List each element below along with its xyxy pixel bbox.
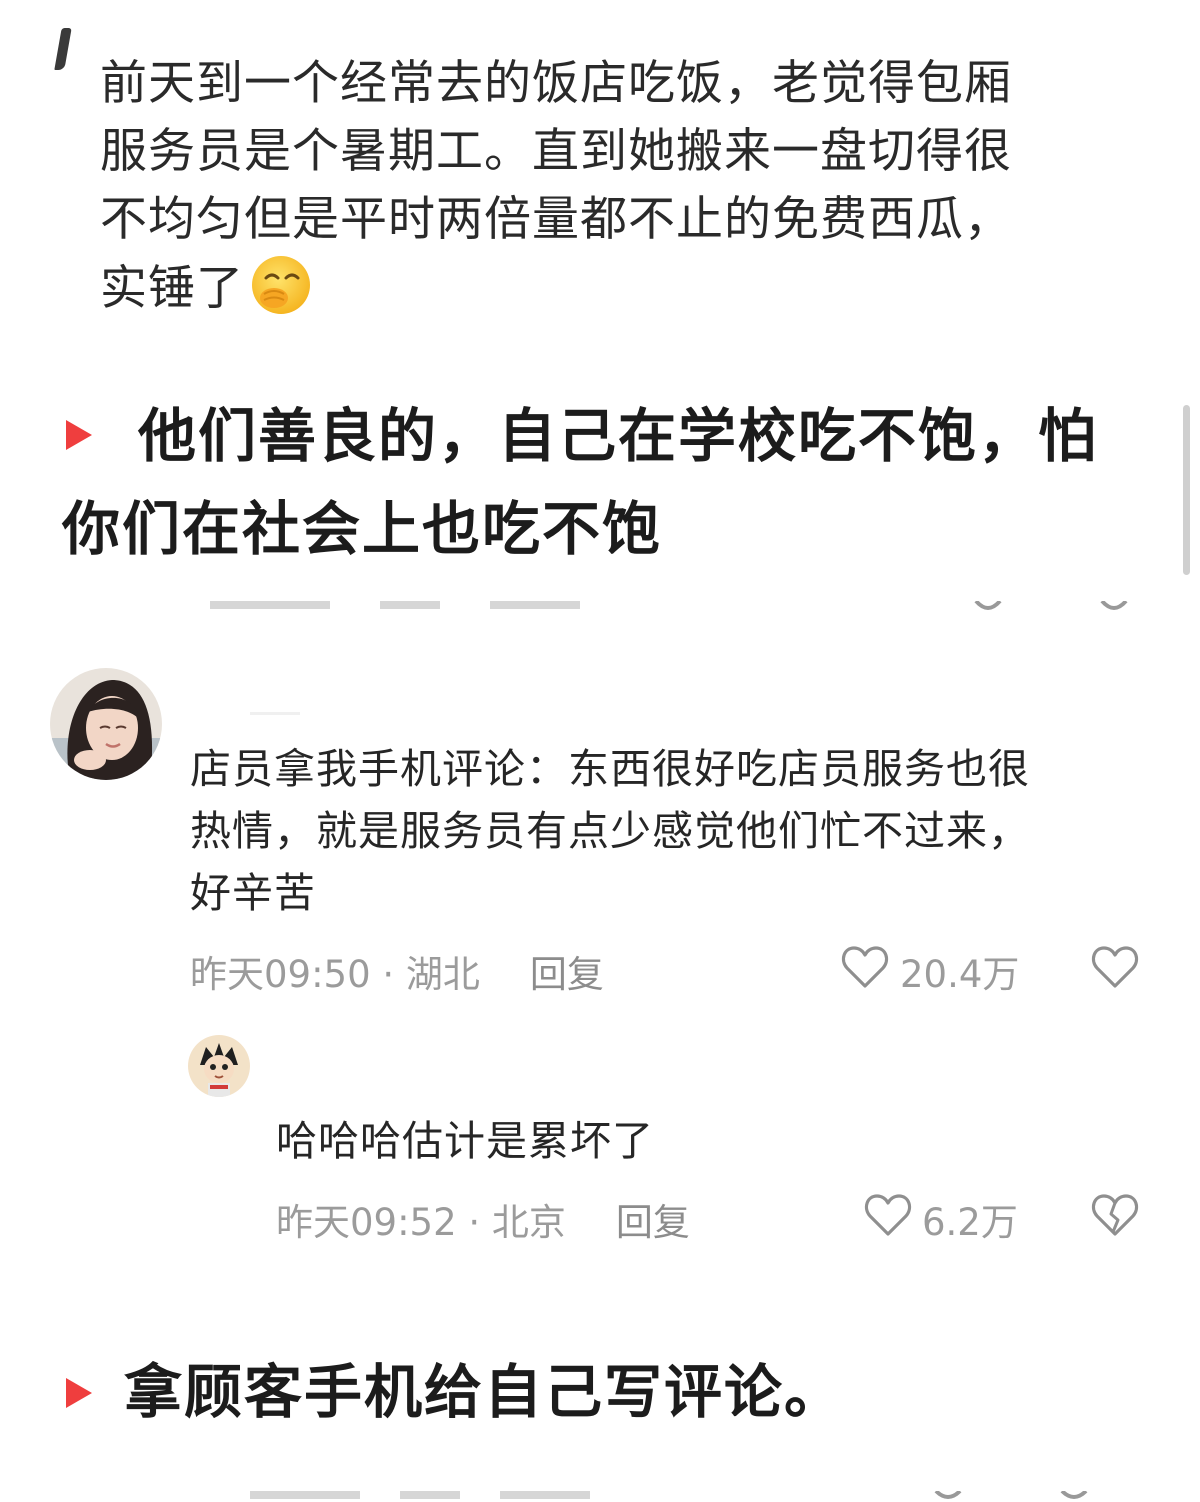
comment-text: 店员拿我手机评论：东西很好吃店员服务也很 热情，就是服务员有点少感觉他们忙不过来… [190, 738, 1150, 924]
dislike-heart-icon[interactable] [1090, 942, 1140, 992]
quote-mark [54, 28, 72, 70]
post-line: 前天到一个经常去的饭店吃饭，老觉得包厢 [100, 56, 1012, 111]
reply-button[interactable]: 回复 [616, 1201, 690, 1244]
reply-avatar[interactable] [188, 1035, 250, 1097]
comment-line: 热情，就是服务员有点少感觉他们忙不过来， [190, 807, 1030, 855]
red-triangle-icon [66, 1378, 92, 1408]
post-line: 实锤了 [100, 254, 1120, 323]
broken-heart-icon[interactable] [1090, 1190, 1140, 1240]
cutoff-row [200, 598, 1200, 610]
username-placeholder[interactable] [250, 712, 300, 715]
post-line: 不均匀但是平时两倍量都不止的免费西瓜， [100, 192, 1012, 247]
reply-button[interactable]: 回复 [530, 953, 604, 996]
comment-line: 好辛苦 [190, 869, 316, 917]
reply-meta: 昨天09:52 · 北京 回复 [276, 1192, 690, 1246]
comment-line: 店员拿我手机评论：东西很好吃店员服务也很 [190, 745, 1030, 793]
like-count: 20.4万 [900, 953, 1020, 996]
reply-time-location: 昨天09:52 · 北京 [276, 1201, 566, 1244]
heart-icon[interactable] [863, 1190, 913, 1240]
post-line-text: 实锤了 [100, 261, 244, 316]
scrollbar[interactable] [1183, 405, 1190, 575]
like-count: 6.2万 [922, 1201, 1018, 1244]
reply-text: 哈哈哈估计是累坏了 [276, 1117, 654, 1165]
red-triangle-icon [66, 420, 92, 450]
comment-time-location: 昨天09:50 · 湖北 [190, 953, 480, 996]
caption-line: 他们善良的，自己在学校吃不饱，怕 [138, 402, 1099, 470]
heart-icon[interactable] [840, 942, 890, 992]
cutoff-row [240, 1488, 1200, 1500]
caption-line: 你们在社会上也吃不饱 [62, 495, 663, 563]
post-line: 服务员是个暑期工。直到她搬来一盘切得很 [100, 124, 1012, 179]
comment-meta: 昨天09:50 · 湖北 回复 [190, 944, 604, 998]
caption-line: 拿顾客手机给自己写评论。 [124, 1358, 845, 1426]
avatar[interactable] [50, 668, 162, 780]
post-text: 前天到一个经常去的饭店吃饭，老觉得包厢 服务员是个暑期工。直到她搬来一盘切得很 … [100, 50, 1120, 323]
smirk-emoji-icon [250, 254, 312, 316]
